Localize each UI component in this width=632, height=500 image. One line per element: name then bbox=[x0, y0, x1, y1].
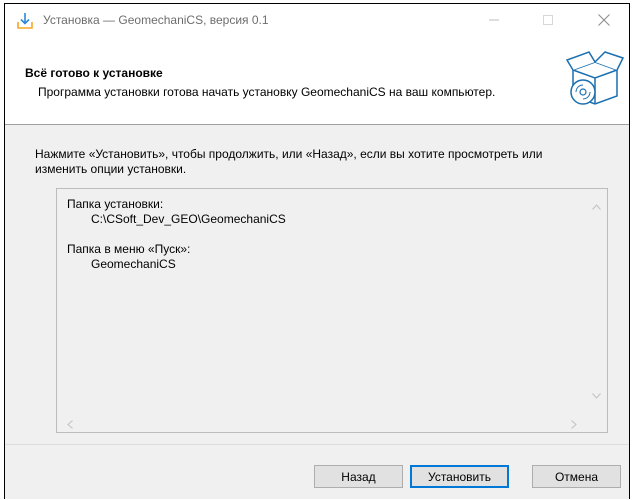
maximize-button[interactable] bbox=[525, 4, 571, 36]
cancel-button[interactable]: Отмена bbox=[532, 465, 621, 488]
software-box-cd-icon bbox=[565, 48, 625, 108]
ready-memo[interactable]: Папка установки: C:\CSoft_Dev_GEO\Geomec… bbox=[56, 188, 608, 433]
download-arrow-icon bbox=[16, 12, 34, 30]
close-icon bbox=[598, 14, 610, 26]
minimize-icon bbox=[489, 15, 499, 25]
wizard-header: Всё готово к установке Программа установ… bbox=[5, 36, 629, 125]
close-button[interactable] bbox=[581, 4, 627, 36]
maximize-icon bbox=[543, 15, 553, 25]
instruction-text: Нажмите «Установить», чтобы продолжить, … bbox=[35, 147, 543, 176]
page-title: Всё готово к установке bbox=[25, 66, 163, 80]
window-title: Установка — GeomechaniCS, версия 0.1 bbox=[43, 13, 269, 27]
scroll-up-icon[interactable] bbox=[592, 199, 601, 213]
page-subtitle: Программа установки готова начать устано… bbox=[38, 85, 496, 99]
horizontal-scrollbar[interactable] bbox=[57, 410, 585, 432]
footer-divider bbox=[5, 444, 629, 445]
memo-content: Папка установки: C:\CSoft_Dev_GEO\Geomec… bbox=[67, 197, 583, 408]
vertical-scrollbar[interactable] bbox=[585, 189, 607, 410]
scroll-left-icon[interactable] bbox=[67, 418, 73, 432]
install-folder-value: C:\CSoft_Dev_GEO\GeomechaniCS bbox=[91, 212, 286, 226]
install-folder-label: Папка установки: bbox=[67, 197, 164, 211]
scroll-down-icon[interactable] bbox=[592, 388, 601, 402]
back-button[interactable]: Назад bbox=[314, 465, 403, 488]
installer-window: Установка — GeomechaniCS, версия 0.1 Всё… bbox=[4, 3, 630, 499]
install-button[interactable]: Установить bbox=[410, 465, 509, 488]
start-menu-label: Папка в меню «Пуск»: bbox=[67, 242, 191, 256]
minimize-button[interactable] bbox=[471, 4, 517, 36]
start-menu-value: GeomechaniCS bbox=[91, 257, 176, 271]
title-bar[interactable]: Установка — GeomechaniCS, версия 0.1 bbox=[5, 4, 629, 36]
scroll-right-icon[interactable] bbox=[571, 418, 577, 432]
